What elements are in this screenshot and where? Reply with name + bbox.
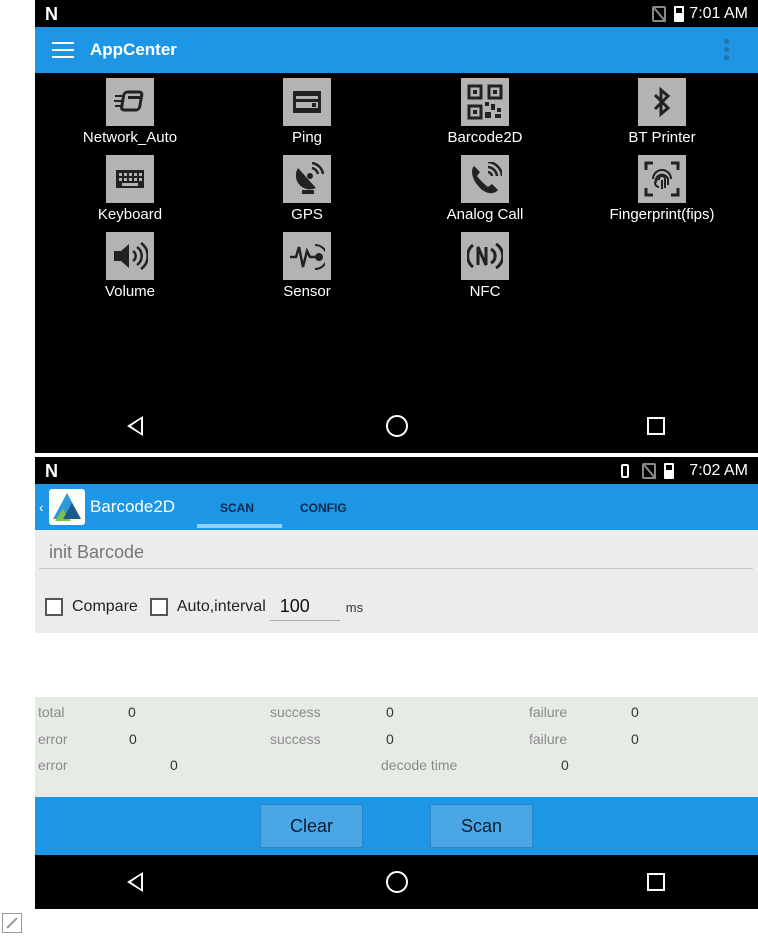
app-label: NFC bbox=[469, 283, 501, 300]
app-title: Barcode2D bbox=[90, 497, 176, 516]
tab-scan[interactable]: SCAN bbox=[220, 501, 254, 515]
interval-unit: ms bbox=[345, 599, 364, 615]
barcode2d-logo bbox=[49, 489, 85, 525]
recent-apps-icon[interactable] bbox=[647, 417, 665, 435]
no-sim-icon bbox=[642, 463, 656, 479]
nfc-icon bbox=[461, 232, 509, 280]
status-bar: N 7:02 AM bbox=[35, 457, 758, 484]
overflow-menu-icon[interactable] bbox=[724, 39, 730, 63]
app-title: AppCenter bbox=[90, 40, 177, 59]
app-tile-sensor[interactable]: Sensor bbox=[217, 227, 397, 300]
app-tile-keyboard[interactable]: Keyboard bbox=[40, 150, 220, 223]
error-value: 0 bbox=[129, 731, 137, 747]
scan-button[interactable]: Scan bbox=[430, 804, 533, 848]
qrcode-icon bbox=[461, 78, 509, 126]
decode-time-label: decode time bbox=[381, 757, 458, 773]
error-label: error bbox=[38, 757, 68, 773]
app-label: Barcode2D bbox=[447, 129, 523, 146]
stats-panel: total 0 success 0 failure 0 error 0 succ… bbox=[35, 697, 758, 797]
back-icon[interactable] bbox=[127, 416, 143, 436]
volume-icon bbox=[106, 232, 154, 280]
app-label: Fingerprint(fips) bbox=[609, 206, 715, 223]
decode-time-value: 0 bbox=[561, 757, 569, 773]
success-value: 0 bbox=[386, 704, 394, 720]
error-label: error bbox=[38, 731, 68, 747]
status-icons bbox=[652, 5, 684, 23]
app-label: GPS bbox=[291, 206, 323, 223]
app-tile-bt-printer[interactable]: BT Printer bbox=[572, 73, 752, 146]
app-tile-analog-call[interactable]: Analog Call bbox=[395, 150, 575, 223]
app-tile-nfc[interactable]: NFC bbox=[395, 227, 575, 300]
clock: 7:02 AM bbox=[689, 462, 748, 479]
appcenter-screen: N 7:01 AM AppCenter Network_Auto Ping Ba… bbox=[35, 0, 758, 453]
app-tile-gps[interactable]: GPS bbox=[217, 150, 397, 223]
total-value: 0 bbox=[128, 704, 136, 720]
success-label: success bbox=[270, 704, 321, 720]
sensor-icon bbox=[283, 232, 331, 280]
success-label: success bbox=[270, 731, 321, 747]
barcode2d-screen: N 7:02 AM ‹ Barcode2D SCAN CONFIG init B… bbox=[35, 457, 758, 909]
back-icon[interactable] bbox=[127, 872, 143, 892]
notification-n-icon: N bbox=[45, 461, 58, 481]
battery-icon bbox=[674, 6, 684, 22]
navigation-bar bbox=[35, 399, 758, 453]
app-tile-ping[interactable]: Ping bbox=[217, 73, 397, 146]
auto-interval-checkbox[interactable] bbox=[149, 598, 168, 616]
app-label: BT Printer bbox=[628, 129, 696, 146]
notification-n-icon: N bbox=[45, 4, 58, 24]
app-label: Volume bbox=[104, 283, 156, 300]
vibrate-icon bbox=[616, 463, 634, 479]
app-bar: AppCenter bbox=[35, 27, 758, 73]
compare-label: Compare bbox=[72, 598, 138, 615]
phone-icon bbox=[461, 155, 509, 203]
scan-options: Compare Auto,interval ms bbox=[45, 592, 363, 622]
tab-config[interactable]: CONFIG bbox=[300, 501, 347, 515]
home-icon[interactable] bbox=[386, 871, 408, 893]
broken-image-icon bbox=[2, 913, 22, 933]
status-bar: N 7:01 AM bbox=[35, 0, 758, 27]
home-icon[interactable] bbox=[386, 415, 408, 437]
app-tile-barcode2d[interactable]: Barcode2D bbox=[395, 73, 575, 146]
app-tile-volume[interactable]: Volume bbox=[40, 227, 220, 300]
scan-panel: init Barcode Compare Auto,interval ms bbox=[35, 530, 758, 633]
gps-icon bbox=[283, 155, 331, 203]
fingerprint-icon bbox=[638, 155, 686, 203]
status-icons bbox=[616, 462, 674, 480]
app-label: Ping bbox=[291, 129, 323, 146]
app-label: Analog Call bbox=[446, 206, 524, 223]
back-caret-icon[interactable]: ‹ bbox=[39, 499, 44, 515]
error-value: 0 bbox=[170, 757, 178, 773]
app-bar: ‹ Barcode2D SCAN CONFIG bbox=[35, 484, 758, 530]
no-sim-icon bbox=[652, 6, 666, 22]
hamburger-menu-icon[interactable] bbox=[52, 42, 74, 58]
app-tile-fingerprint[interactable]: Fingerprint(fips) bbox=[572, 150, 752, 223]
failure-label: failure bbox=[529, 731, 568, 747]
success-value: 0 bbox=[386, 731, 394, 747]
navigation-bar bbox=[35, 855, 758, 909]
scan-result-field[interactable]: init Barcode bbox=[39, 536, 753, 569]
interval-input[interactable] bbox=[269, 593, 340, 621]
app-label: Sensor bbox=[283, 283, 331, 300]
recent-apps-icon[interactable] bbox=[647, 873, 665, 891]
compare-checkbox[interactable] bbox=[45, 598, 63, 616]
keyboard-icon bbox=[106, 155, 154, 203]
failure-value: 0 bbox=[631, 731, 639, 747]
app-label: Network_Auto bbox=[82, 129, 178, 146]
network-icon bbox=[106, 78, 154, 126]
ping-icon bbox=[283, 78, 331, 126]
tab-indicator bbox=[197, 524, 282, 528]
battery-charging-icon bbox=[664, 463, 674, 479]
app-label: Keyboard bbox=[97, 206, 163, 223]
auto-interval-label: Auto,interval bbox=[176, 598, 266, 615]
app-tile-network-auto[interactable]: Network_Auto bbox=[40, 73, 220, 146]
total-label: total bbox=[38, 704, 65, 720]
failure-value: 0 bbox=[631, 704, 639, 720]
clock: 7:01 AM bbox=[689, 5, 748, 22]
bluetooth-icon bbox=[638, 78, 686, 126]
failure-label: failure bbox=[529, 704, 568, 720]
clear-button[interactable]: Clear bbox=[260, 804, 363, 848]
action-bar: Clear Scan bbox=[35, 797, 758, 855]
